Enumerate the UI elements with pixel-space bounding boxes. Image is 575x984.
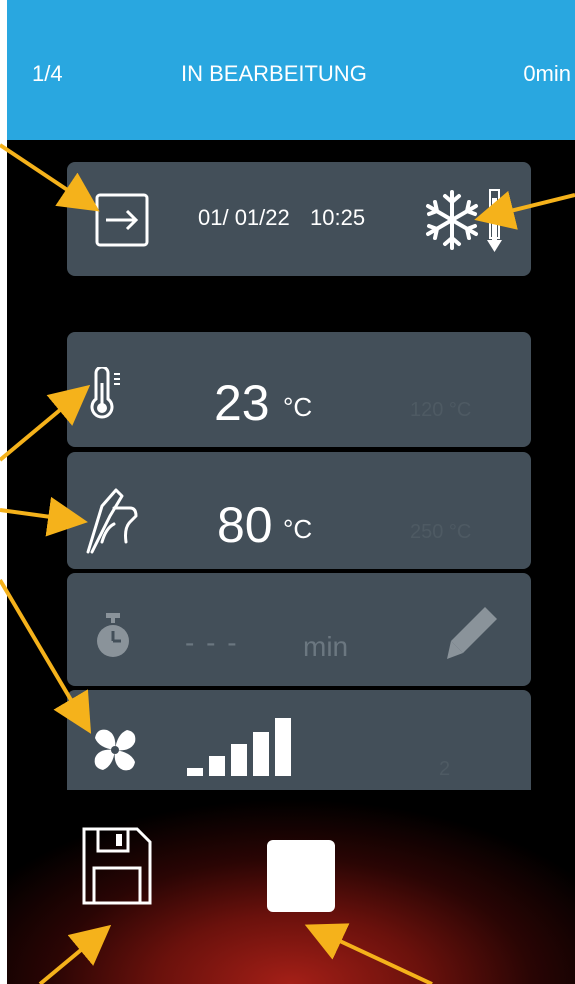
arrow-to-stop-button <box>304 923 433 984</box>
arrow-to-enter-icon <box>0 143 100 212</box>
arrow-to-freeze-icon <box>474 190 575 230</box>
arrow-to-save-icon <box>38 924 112 984</box>
arrow-to-fan-icon <box>0 578 92 734</box>
device-frame: 1/4 IN BEARBEITUNG 0min 01/ 01/22 10:25 <box>0 0 575 984</box>
annotation-arrows <box>0 143 575 984</box>
arrow-to-thermometer-icon <box>0 384 91 462</box>
arrow-to-core-probe-icon <box>0 496 88 537</box>
